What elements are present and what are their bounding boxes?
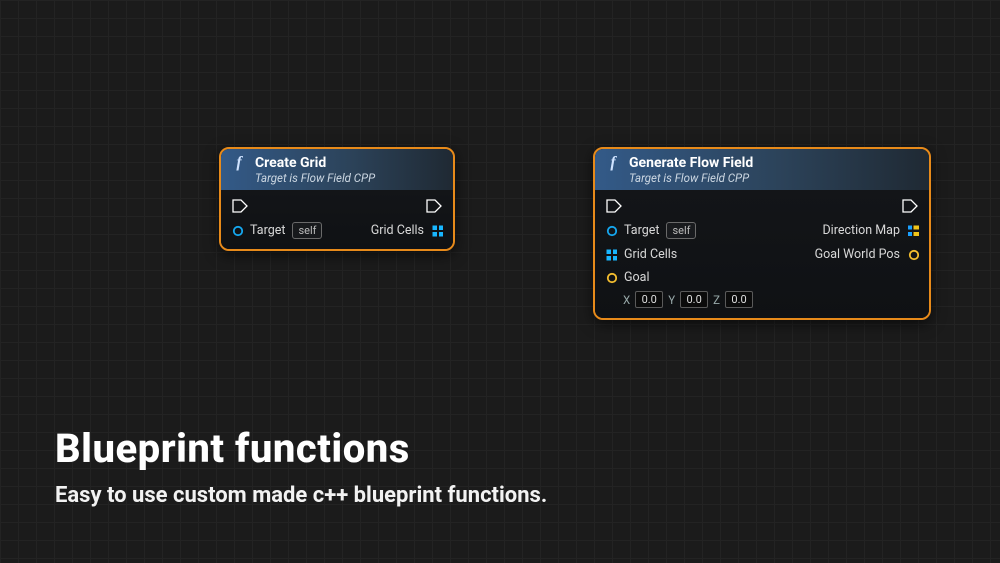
grid-cells-pin-icon[interactable]	[431, 225, 443, 237]
direction-map-label: Direction Map	[822, 223, 900, 238]
node-title: Generate Flow Field	[629, 155, 753, 171]
target-self-value[interactable]: self	[666, 222, 696, 239]
goal-z-input[interactable]: 0.0	[725, 291, 753, 308]
exec-in-pin-icon[interactable]	[231, 198, 249, 214]
node-generate-flow-field[interactable]: f Generate Flow Field Target is Flow Fie…	[593, 147, 931, 320]
target-pin-icon[interactable]	[231, 225, 243, 237]
goal-y-lbl: Y	[668, 293, 675, 307]
node-subtitle: Target is Flow Field CPP	[255, 172, 375, 185]
goal-y-input[interactable]: 0.0	[680, 291, 708, 308]
exec-out-pin-icon[interactable]	[901, 198, 919, 214]
node-title: Create Grid	[255, 155, 375, 171]
goal-x-input[interactable]: 0.0	[635, 291, 663, 308]
goal-z-lbl: Z	[713, 293, 720, 307]
node-body: Target self Grid Cells	[221, 190, 453, 249]
exec-out-pin-icon[interactable]	[425, 198, 443, 214]
function-icon: f	[605, 156, 621, 170]
grid-cells-pin-icon[interactable]	[605, 249, 617, 261]
grid-cells-label: Grid Cells	[624, 247, 677, 262]
node-create-grid[interactable]: f Create Grid Target is Flow Field CPP T…	[219, 147, 455, 251]
goal-x-lbl: X	[623, 293, 630, 307]
target-label: Target	[624, 223, 659, 238]
goal-label: Goal	[624, 270, 649, 285]
node-subtitle: Target is Flow Field CPP	[629, 172, 753, 185]
goal-pin-icon[interactable]	[605, 272, 617, 284]
goal-vector-inputs: X 0.0 Y 0.0 Z 0.0	[605, 291, 753, 308]
caption-subtitle: Easy to use custom made c++ blueprint fu…	[55, 482, 547, 510]
target-pin-icon[interactable]	[605, 225, 617, 237]
grid-cells-label: Grid Cells	[371, 223, 424, 238]
node-body: Target self Direction Map	[595, 190, 929, 318]
node-header[interactable]: f Create Grid Target is Flow Field CPP	[221, 149, 453, 190]
caption: Blueprint functions Easy to use custom m…	[55, 425, 547, 510]
exec-in-pin-icon[interactable]	[605, 198, 623, 214]
caption-title: Blueprint functions	[55, 425, 547, 472]
direction-map-pin-icon[interactable]	[907, 225, 919, 237]
target-label: Target	[250, 223, 285, 238]
function-icon: f	[231, 156, 247, 170]
node-header[interactable]: f Generate Flow Field Target is Flow Fie…	[595, 149, 929, 190]
target-self-value[interactable]: self	[292, 222, 322, 239]
goal-world-pos-pin-icon[interactable]	[907, 249, 919, 261]
goal-world-pos-label: Goal World Pos	[815, 247, 900, 262]
